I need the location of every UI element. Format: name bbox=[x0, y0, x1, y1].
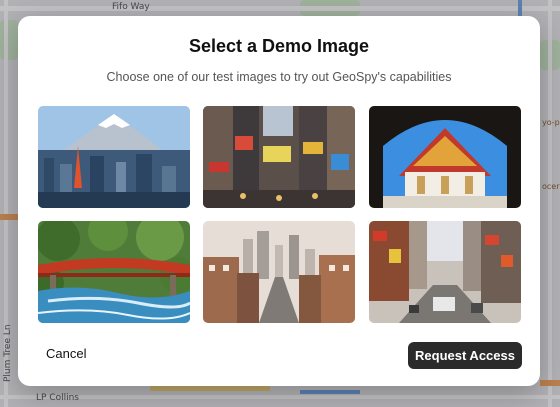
chinatown-street-thumbnail[interactable] bbox=[369, 221, 521, 323]
dialog-title: Select a Demo Image bbox=[188, 36, 370, 56]
temple-image bbox=[369, 106, 521, 208]
red-bridge-river-thumbnail[interactable] bbox=[38, 221, 190, 323]
dialog-subtitle: Choose one of our test images to try out… bbox=[106, 70, 452, 84]
times-square-thumbnail[interactable] bbox=[203, 106, 355, 208]
thai-temple-thumbnail[interactable] bbox=[369, 106, 521, 208]
mount-fuji-tokyo-thumbnail[interactable] bbox=[38, 106, 190, 208]
street-image bbox=[369, 221, 521, 323]
bridge-river-image bbox=[38, 221, 190, 323]
city-skyline-street-thumbnail[interactable] bbox=[203, 221, 355, 323]
times-square-image bbox=[203, 106, 355, 208]
demo-image-dialog: Select a Demo Image Choose one of our te… bbox=[18, 16, 540, 386]
request-access-button[interactable]: Request Access bbox=[408, 342, 522, 369]
cancel-button[interactable]: Cancel bbox=[46, 346, 86, 361]
skyline-image bbox=[203, 221, 355, 323]
mountain-city-image bbox=[38, 106, 190, 208]
